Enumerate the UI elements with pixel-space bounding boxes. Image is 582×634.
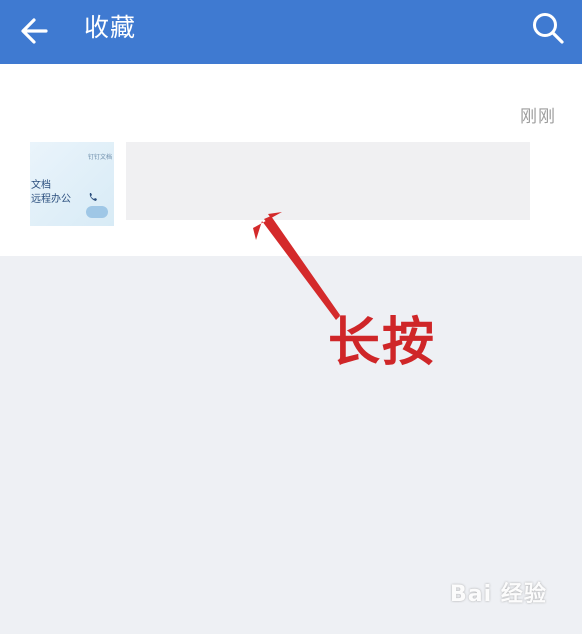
cloud-icon (86, 206, 108, 218)
favorites-list: 刚刚 钉钉文档 文档 远程办公 (0, 64, 582, 256)
phone-icon (89, 193, 97, 201)
app-header: 收藏 (0, 0, 582, 64)
favorite-item[interactable]: 钉钉文档 文档 远程办公 (30, 142, 530, 226)
thumbnail-line1: 文档 (31, 180, 51, 191)
thumbnail-tag: 钉钉文档 (87, 154, 112, 161)
thumbnail-line2: 远程办公 (31, 194, 71, 205)
long-press-label: 长按 (328, 312, 437, 373)
baidu-jingyan-watermark: Bai 经验 (450, 582, 547, 607)
arrow-left-icon[interactable] (18, 14, 52, 48)
search-icon[interactable] (530, 10, 566, 46)
item-thumbnail: 钉钉文档 文档 远程办公 (30, 142, 114, 226)
page-title: 收藏 (84, 13, 137, 42)
item-content (126, 142, 530, 220)
timestamp-label: 刚刚 (520, 107, 556, 127)
